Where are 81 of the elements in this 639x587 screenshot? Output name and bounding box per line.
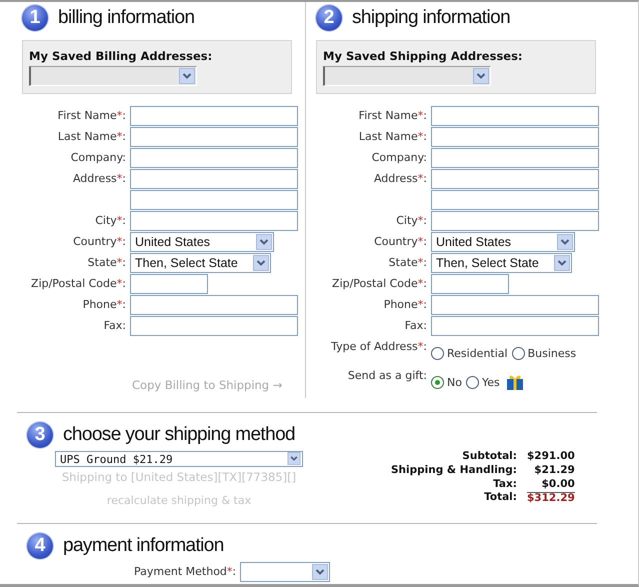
payment-method-dropdown[interactable] xyxy=(240,562,330,582)
field-label: Last Name*: xyxy=(56,129,126,145)
step-number-badge: 4 xyxy=(27,533,53,559)
total-label: Subtotal: xyxy=(461,451,517,464)
text-field[interactable] xyxy=(431,127,599,147)
caret-icon xyxy=(557,234,573,250)
caret-icon xyxy=(179,68,195,84)
field-label: Phone*: xyxy=(82,297,126,313)
text-field[interactable] xyxy=(431,169,599,189)
field-label: Fax: xyxy=(102,318,126,334)
field-label: Address*: xyxy=(372,171,427,187)
field-label: Address*: xyxy=(72,171,126,187)
field-label: First Name*: xyxy=(56,108,126,124)
step-number-badge: 3 xyxy=(27,422,53,448)
field-label: First Name*: xyxy=(358,108,427,124)
text-field[interactable] xyxy=(130,211,298,231)
caret-icon xyxy=(256,234,272,250)
total-value: $312.29 xyxy=(526,492,575,507)
field-label: Last Name*: xyxy=(358,129,427,145)
total-label: Shipping & Handling: xyxy=(391,464,517,478)
field-label: Country*: xyxy=(72,234,126,250)
shipping-method-dropdown[interactable]: UPS Ground $21.29 xyxy=(55,451,303,467)
text-field[interactable] xyxy=(431,274,509,294)
field-label: Fax: xyxy=(404,318,427,334)
caret-icon xyxy=(554,255,570,271)
text-field[interactable] xyxy=(431,295,599,315)
saved-addresses-label: My Saved Shipping Addresses: xyxy=(323,49,524,63)
saved-addresses-label: My Saved Billing Addresses: xyxy=(29,49,214,63)
total-value: $291.00 xyxy=(526,451,575,464)
field-label: Type of Address*: xyxy=(330,339,427,355)
section-title: payment information xyxy=(63,535,224,557)
radio-option[interactable]: Yes xyxy=(466,376,500,388)
field-label: Zip/Postal Code*: xyxy=(30,276,126,292)
dropdown[interactable]: United States xyxy=(130,232,274,252)
text-field[interactable] xyxy=(130,106,298,126)
text-field[interactable] xyxy=(431,211,599,231)
section-title: billing information xyxy=(58,7,194,29)
field-label: Company: xyxy=(370,150,427,166)
text-field[interactable] xyxy=(130,316,298,336)
section-title: shipping information xyxy=(352,7,510,29)
caret-icon xyxy=(312,564,328,580)
field-label: City*: xyxy=(94,213,126,229)
radio-option[interactable]: No xyxy=(431,376,462,388)
gift-icon xyxy=(506,374,524,390)
total-label: Tax: xyxy=(492,478,517,492)
field-label: Country*: xyxy=(373,234,427,250)
caret-icon xyxy=(473,68,489,84)
field-label: Phone*: xyxy=(382,297,427,313)
dropdown[interactable]: United States xyxy=(431,232,575,252)
field-label: Send as a gift: xyxy=(346,368,427,384)
saved-address-dropdown[interactable] xyxy=(323,66,491,86)
saved-address-dropdown[interactable] xyxy=(29,66,197,86)
field-label: Zip/Postal Code*: xyxy=(331,276,427,292)
field-label: Company: xyxy=(70,150,126,166)
field-label: City*: xyxy=(395,213,427,229)
text-field[interactable] xyxy=(431,106,599,126)
field-label: Payment Method*: xyxy=(134,564,236,580)
total-value: $21.29 xyxy=(533,464,575,478)
caret-icon xyxy=(253,255,269,271)
radio-option[interactable]: Business xyxy=(512,346,576,360)
text-field[interactable] xyxy=(130,190,298,210)
step-number-badge: 1 xyxy=(22,5,48,31)
field-label: State*: xyxy=(86,255,126,271)
caret-icon xyxy=(287,452,301,465)
step-number-badge: 2 xyxy=(316,5,342,31)
text-field[interactable] xyxy=(130,169,298,189)
text-field[interactable] xyxy=(431,148,599,168)
text-field[interactable] xyxy=(130,127,298,147)
dropdown[interactable]: Then, Select State xyxy=(431,253,572,273)
text-field[interactable] xyxy=(130,295,298,315)
field-label: State*: xyxy=(388,255,427,271)
text-field[interactable] xyxy=(130,274,208,294)
total-value: $0.00 xyxy=(540,478,575,492)
text-field[interactable] xyxy=(130,148,298,168)
section-title: choose your shipping method xyxy=(63,424,296,446)
radio-option[interactable]: Residential xyxy=(431,346,508,360)
total-label: Total: xyxy=(483,492,517,506)
text-field[interactable] xyxy=(431,190,599,210)
dropdown[interactable]: Then, Select State xyxy=(130,253,271,273)
text-field[interactable] xyxy=(431,316,599,336)
shipping-destination: Shipping to [United States][TX][77385][] xyxy=(62,470,296,484)
